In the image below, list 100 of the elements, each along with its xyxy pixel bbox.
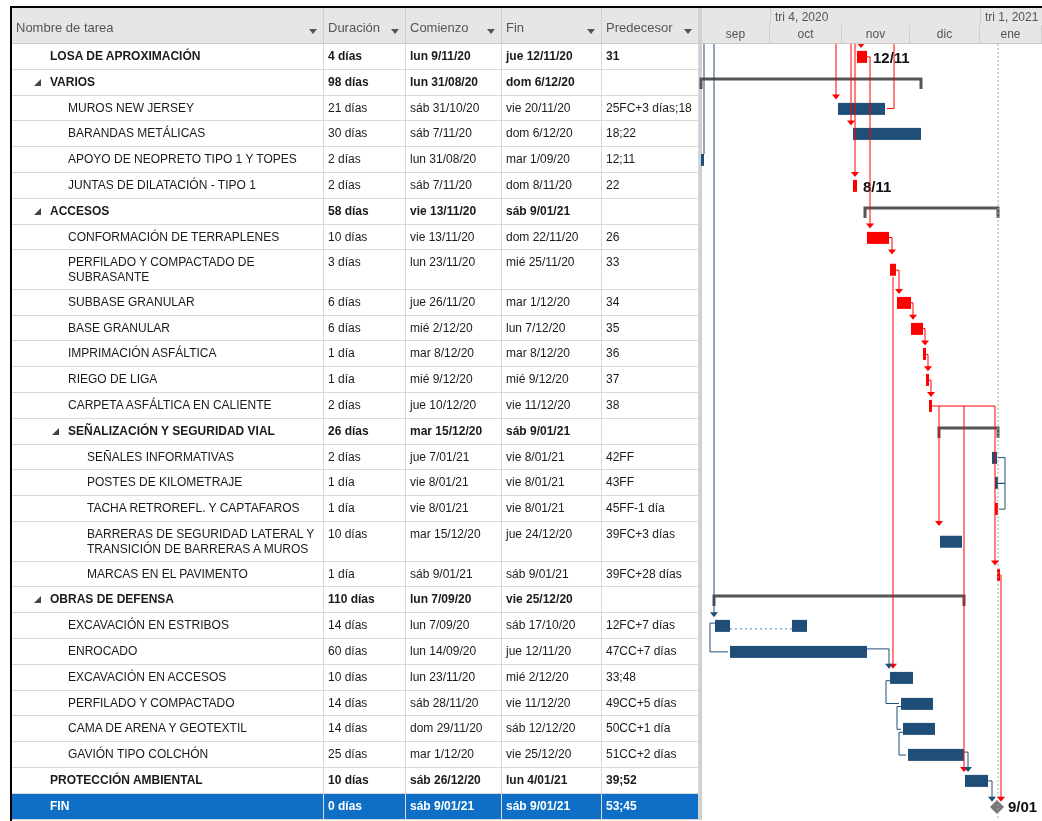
collapse-icon[interactable]	[52, 427, 59, 435]
task-row[interactable]: CARPETA ASFÁLTICA EN CALIENTE 2 días jue 10/12/20 vie 11/12/20 38	[12, 393, 699, 419]
task-row[interactable]: LOSA DE APROXIMACIÓN 4 días lun 9/11/20 jue 12/11/20 31	[12, 44, 699, 70]
collapse-icon[interactable]	[34, 78, 41, 86]
month-label: ene	[980, 24, 1042, 43]
dropdown-icon	[587, 29, 595, 34]
dropdown-icon	[391, 29, 399, 34]
task-name: MARCAS EN EL PAVIMENTO	[87, 566, 248, 582]
column-header[interactable]: Nombre de tarea	[12, 8, 324, 43]
duration-cell: 2 días	[324, 393, 406, 419]
column-header[interactable]: Comienzo	[406, 8, 502, 43]
task-row[interactable]: OBRAS DE DEFENSA 110 días lun 7/09/20 vie 25/12/20	[12, 587, 699, 614]
start-cell: mar 15/12/20	[406, 522, 502, 562]
task-row[interactable]: EXCAVACIÓN EN ACCESOS 10 días lun 23/11/20 mié 2/12/20 33;48	[12, 664, 699, 691]
task-name: SUBBASE GRANULAR	[68, 294, 195, 310]
dropdown-icon	[487, 29, 495, 34]
finish-cell: sáb 9/01/21	[502, 198, 602, 225]
month-label: nov	[842, 24, 910, 43]
duration-cell: 6 días	[324, 289, 406, 316]
dependency-arrow	[921, 328, 929, 346]
finish-cell: jue 12/11/20	[502, 44, 602, 70]
task-row[interactable]: BASE GRANULAR 6 días mié 2/12/20 lun 7/12/20 35	[12, 315, 699, 342]
task-name: FIN	[50, 798, 70, 814]
task-row[interactable]: ENROCADO 60 días lun 14/09/20 jue 12/11/20 47CC+7 días	[12, 638, 699, 665]
task-row[interactable]: TACHA RETROREFL. Y CAPTAFAROS 1 día vie 8/01/21 vie 8/01/21 45FF-1 día	[12, 496, 699, 523]
duration-cell: 58 días	[324, 198, 406, 225]
quarter-label: tri 4, 2020	[770, 8, 980, 24]
month-label: sep	[702, 24, 770, 43]
task-row[interactable]: POSTES DE KILOMETRAJE 1 día vie 8/01/21 vie 8/01/21 43FF	[12, 470, 699, 497]
collapse-icon[interactable]	[34, 596, 41, 604]
task-row[interactable]: CAMA DE ARENA Y GEOTEXTIL 14 días dom 29/11/20 sáb 12/12/20 50CC+1 día	[12, 716, 699, 743]
duration-cell: 26 días	[324, 418, 406, 445]
task-row[interactable]: MUROS NEW JERSEY 21 días sáb 31/10/20 vie 20/11/20 25FC+3 días;18	[12, 95, 699, 122]
duration-cell: 10 días	[324, 664, 406, 691]
start-cell: lun 31/08/20	[406, 69, 502, 96]
dependency-arrow	[888, 237, 896, 255]
duration-cell: 10 días	[324, 767, 406, 794]
task-row[interactable]: GAVIÓN TIPO COLCHÓN 25 días mar 1/12/20 vie 25/12/20 51CC+2 días	[12, 742, 699, 768]
finish-cell: mié 25/11/20	[502, 250, 602, 290]
task-name: OBRAS DE DEFENSA	[50, 592, 174, 608]
task-name: PROTECCIÓN AMBIENTAL	[50, 772, 203, 788]
finish-cell: vie 11/12/20	[502, 393, 602, 419]
task-name: APOYO DE NEOPRETO TIPO 1 Y TOPES	[68, 152, 297, 168]
task-row[interactable]: CONFORMACIÓN DE TERRAPLENES 10 días vie 13/11/20 dom 22/11/20 26	[12, 224, 699, 251]
duration-cell: 10 días	[324, 522, 406, 562]
finish-cell: mar 1/09/20	[502, 147, 602, 173]
task-row[interactable]: ACCESOS 58 días vie 13/11/20 sáb 9/01/21	[12, 198, 699, 225]
task-row[interactable]: JUNTAS DE DILATACIÓN - TIPO 1 2 días sáb 7/11/20 dom 8/11/20 22	[12, 173, 699, 199]
duration-cell: 3 días	[324, 250, 406, 290]
task-row[interactable]: SUBBASE GRANULAR 6 días jue 26/11/20 mar 1/12/20 34	[12, 289, 699, 316]
task-name: SEÑALES INFORMATIVAS	[87, 449, 234, 465]
task-name: CAMA DE ARENA Y GEOTEXTIL	[68, 721, 247, 737]
task-row[interactable]: PERFILADO Y COMPACTADO DE SUBRASANTE 3 días lun 23/11/20 mié 25/11/20 33	[12, 250, 699, 290]
start-cell: sáb 26/12/20	[406, 767, 502, 794]
task-row[interactable]: SEÑALIZACIÓN Y SEGURIDAD VIAL 26 días mar 15/12/20 sáb 9/01/21	[12, 418, 699, 445]
task-name: EXCAVACIÓN EN ACCESOS	[68, 669, 227, 685]
task-row[interactable]: PROTECCIÓN AMBIENTAL 10 días sáb 26/12/20 lun 4/01/21 39;52	[12, 767, 699, 794]
column-header[interactable]: Duración	[324, 8, 406, 43]
start-cell: vie 13/11/20	[406, 198, 502, 225]
task-name: BARANDAS METÁLICAS	[68, 126, 206, 142]
start-cell: lun 23/11/20	[406, 250, 502, 290]
start-cell: jue 10/12/20	[406, 393, 502, 419]
start-cell: lun 7/09/20	[406, 613, 502, 639]
task-name: TACHA RETROREFL. Y CAPTAFAROS	[87, 501, 300, 517]
task-row[interactable]: BARANDAS METÁLICAS 30 días sáb 7/11/20 dom 6/12/20 18;22	[12, 121, 699, 148]
start-cell: lun 14/09/20	[406, 638, 502, 665]
task-name: POSTES DE KILOMETRAJE	[87, 475, 243, 491]
dependency-arrow	[924, 353, 932, 372]
start-cell: sáb 7/11/20	[406, 173, 502, 199]
dependency-arrow	[927, 379, 935, 398]
duration-cell: 14 días	[324, 613, 406, 639]
task-name: ENROCADO	[68, 643, 138, 659]
task-row[interactable]: FIN 0 días sáb 9/01/21 sáb 9/01/21 53;45	[12, 793, 699, 820]
start-cell: lun 31/08/20	[406, 147, 502, 173]
dropdown-icon	[309, 29, 317, 34]
task-name: PERFILADO Y COMPACTADO DE SUBRASANTE	[68, 255, 256, 286]
task-name: GAVIÓN TIPO COLCHÓN	[68, 747, 209, 763]
task-row[interactable]: IMPRIMACIÓN ASFÁLTICA 1 día mar 8/12/20 mar 8/12/20 36	[12, 341, 699, 368]
task-row[interactable]: RIEGO DE LIGA 1 día mié 9/12/20 mié 9/12/20 37	[12, 367, 699, 394]
task-name: ACCESOS	[50, 203, 110, 219]
start-cell: mar 1/12/20	[406, 742, 502, 768]
task-row[interactable]: MARCAS EN EL PAVIMENTO 1 día sáb 9/01/21 sáb 9/01/21 39FC+28 días	[12, 561, 699, 588]
task-row[interactable]: VARIOS 98 días lun 31/08/20 dom 6/12/20	[12, 69, 699, 96]
task-name: IMPRIMACIÓN ASFÁLTICA	[68, 346, 217, 362]
task-row[interactable]: PERFILADO Y COMPACTADO 14 días sáb 28/11/20 vie 11/12/20 49CC+5 días	[12, 690, 699, 717]
dependency-arrow	[909, 302, 917, 320]
start-cell: sáb 9/01/21	[406, 793, 502, 820]
finish-cell: dom 8/11/20	[502, 173, 602, 199]
task-name: MUROS NEW JERSEY	[68, 100, 194, 116]
column-header[interactable]: Fin	[502, 8, 602, 43]
collapse-icon[interactable]	[34, 207, 41, 215]
task-row[interactable]: EXCAVACIÓN EN ESTRIBOS 14 días lun 7/09/20 sáb 17/10/20 12FC+7 días	[12, 613, 699, 639]
dependency-arrow	[832, 44, 840, 100]
task-row[interactable]: APOYO DE NEOPRETO TIPO 1 Y TOPES 2 días lun 31/08/20 mar 1/09/20 12;11	[12, 147, 699, 173]
task-row[interactable]: SEÑALES INFORMATIVAS 2 días jue 7/01/21 vie 8/01/21 42FF	[12, 444, 699, 471]
finish-cell: jue 12/11/20	[502, 638, 602, 665]
quarter-label: tri 1, 2021	[980, 8, 1042, 24]
task-row[interactable]: BARRERAS DE SEGURIDAD LATERAL Y TRANSICIÓN DE BARRERAS A MUROS 10 días mar 15/12/20 jue 24/12/20 39FC+3 días	[12, 522, 699, 562]
finish-cell: mar 1/12/20	[502, 289, 602, 316]
start-cell: lun 23/11/20	[406, 664, 502, 691]
